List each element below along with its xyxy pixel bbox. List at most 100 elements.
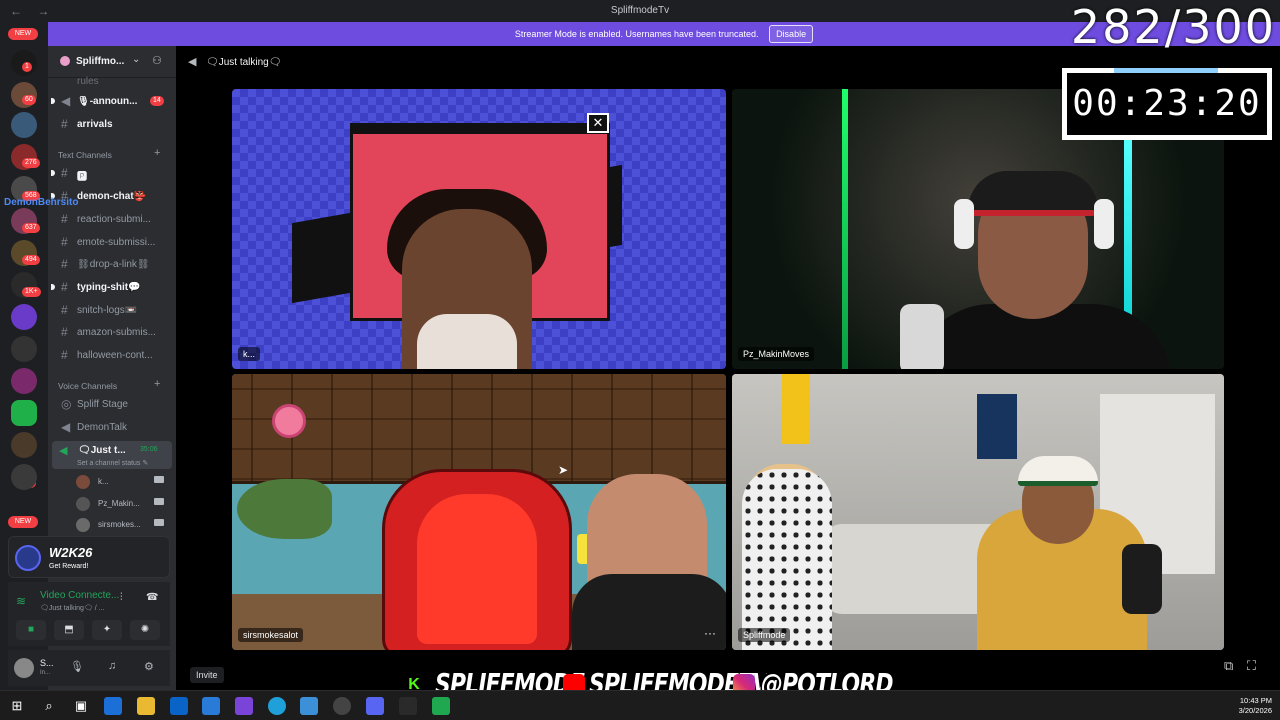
clock-date: 3/20/2026 [1238,706,1272,715]
app-icon[interactable] [235,697,253,715]
channel-text[interactable]: # 🅿 [48,164,176,183]
avatar[interactable] [14,658,34,678]
video-content [572,574,726,650]
hash-icon: # [61,166,68,180]
chevron-down-icon[interactable]: ⌄ [132,54,140,65]
channel-amazon-submissions[interactable]: # amazon-submis... [48,323,176,341]
hash-icon: # [61,348,68,362]
app-icon[interactable] [300,697,318,715]
camera-icon [154,476,164,483]
server-icon [60,56,70,66]
channel-emote-submissions[interactable]: # emote-submissi... [48,233,176,251]
category-text-channels[interactable]: Text Channels [58,150,112,160]
hash-icon: # [61,257,68,271]
disconnect-icon[interactable]: ☎ [146,592,158,603]
channel-reaction-submissions[interactable]: # reaction-submi... [48,210,176,228]
voice-channel-link[interactable]: 🗨Just talking🗨 / ... [40,604,104,612]
unread-badge: 276 [22,158,40,168]
camera-button[interactable]: ■ [16,620,46,640]
server-icon[interactable] [11,112,37,138]
store-icon[interactable] [202,697,220,715]
channel-status[interactable]: Set a channel status ✎ [77,459,148,467]
video-content [417,314,517,369]
video-tile[interactable]: sirsmokesalot ··· [232,374,726,650]
invite-button[interactable]: Invite [190,667,224,683]
server-icon[interactable] [11,400,37,426]
edge-icon[interactable] [268,697,286,715]
voice-channel-spliff-stage[interactable]: ◎ Spliff Stage [48,395,176,413]
server-icon[interactable] [11,336,37,362]
unread-badge: 60 [22,95,36,105]
windows-start-icon[interactable]: ⊞ [8,697,26,715]
camera-icon [154,519,164,526]
more-options-icon[interactable]: ··· [704,626,716,640]
unread-badge: 1 [22,62,32,72]
noise-suppression-icon[interactable]: ⫶ [120,592,123,603]
voice-member[interactable]: k... [76,473,172,491]
voice-channel-name: 🗨Just t... [78,445,126,456]
close-icon: ✕ [587,113,609,133]
add-member-icon[interactable]: ⚇ [152,54,162,67]
channel-announcements[interactable]: ◀ 🎙-announ... 14 [48,92,176,110]
add-channel-icon[interactable]: + [154,378,160,390]
fullscreen-icon[interactable]: ⛶ [1247,658,1256,673]
camera-icon [154,498,164,505]
speaker-icon: ◀ [61,94,71,108]
voice-member[interactable]: Pz_Makin... [76,495,172,513]
active-voice-channel[interactable]: ◀ 🗨Just t... 35:06 Set a channel status … [52,441,172,469]
discord-icon[interactable] [366,697,384,715]
headphones-icon[interactable]: ♫ [108,660,116,672]
member-name: k... [98,477,109,486]
server-icon[interactable] [11,304,37,330]
banner-text: Streamer Mode is enabled. Usernames have… [514,29,759,39]
participant-name: sirsmokesalot [238,628,304,642]
speaker-icon: ◀ [59,445,68,457]
channel-arrivals[interactable]: # arrivals [48,115,176,133]
app-icon[interactable] [432,697,450,715]
channel-rules[interactable]: rules [48,72,176,90]
video-content [417,494,537,644]
timer-value: 00:23:20 [1067,73,1267,135]
obs-icon[interactable] [399,697,417,715]
new-pill: NEW [8,516,38,528]
voice-member[interactable]: sirsmokes... [76,516,172,534]
app-icon[interactable] [333,697,351,715]
video-tile[interactable]: ✕ k... [232,89,726,369]
disable-button[interactable]: Disable [769,25,814,43]
server-icon[interactable] [11,464,37,490]
activities-button[interactable]: ✦ [92,620,122,640]
popout-icon[interactable]: ⧉ [1224,658,1233,673]
file-explorer-icon[interactable] [137,697,155,715]
task-view-icon[interactable]: ▣ [72,697,90,715]
channel-name: halloween-cont... [77,350,153,361]
promo-card[interactable]: W2K26 Get Reward! [8,536,170,578]
voice-channel-demontalk[interactable]: ◀ DemonTalk [48,418,176,436]
gear-icon[interactable]: ⚙ [144,660,154,673]
soundboard-button[interactable]: ✺ [130,620,160,640]
channel-snitch-logs[interactable]: # snitch-logs📼 [48,301,176,319]
outlook-icon[interactable] [170,697,188,715]
channel-name: arrivals [77,119,113,130]
channel-name: rules [77,76,99,87]
add-channel-icon[interactable]: + [154,147,160,159]
video-content [237,479,332,539]
copilot-icon[interactable] [104,697,122,715]
microphone-icon[interactable]: 🎙 [70,660,84,673]
channel-name: emote-submissi... [77,237,156,248]
channel-drop-a-link[interactable]: # ⛓drop-a-link⛓ [48,255,176,273]
video-content [232,374,726,484]
promo-subtitle: Get Reward! [49,563,89,570]
video-tile[interactable]: Spliffmode [732,374,1224,650]
channel-name: demon-chat👺 [77,191,147,202]
channel-halloween-contest[interactable]: # halloween-cont... [48,346,176,364]
screenshare-button[interactable]: ⬒ [54,620,84,640]
server-icon[interactable] [11,368,37,394]
voice-status[interactable]: Video Connecte... [40,590,119,601]
category-voice-channels[interactable]: Voice Channels [58,381,117,391]
server-icon[interactable] [11,432,37,458]
user-panel: S... In... 🎙 ♫ ⚙ [8,650,170,686]
channel-typing[interactable]: # typing-shit💬 [48,278,176,296]
search-icon[interactable]: ⌕ [40,697,58,715]
video-content [272,404,306,438]
system-clock[interactable]: 10:43 PM 3/20/2026 [1239,696,1272,716]
